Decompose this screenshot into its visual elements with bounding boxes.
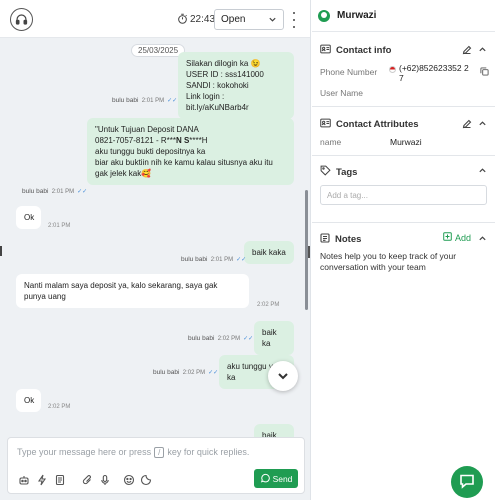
send-label: Send [272, 473, 293, 484]
double-check-icon: ✓✓ [167, 98, 178, 104]
message-meta: bulu babi 2:02 PM ✓✓ [188, 335, 254, 342]
message-meta: bulu babi 2:01 PM ✓✓ [181, 256, 247, 263]
attribute-name-label: name [320, 137, 342, 147]
chat-pane: 22:43 Open 25/03/2025 Silakan dilogin ka… [0, 0, 314, 500]
add-note-button[interactable]: Add [443, 232, 471, 243]
message-composer[interactable]: Type your message here or press / key for … [7, 437, 305, 494]
id-card-icon [320, 44, 331, 57]
contact-info-header[interactable]: Contact info [320, 44, 391, 57]
headset-icon[interactable] [10, 8, 33, 31]
slash-key: / [154, 447, 165, 458]
more-options-icon[interactable] [290, 12, 298, 28]
attribute-name-value: Murwazi [390, 137, 422, 147]
edit-icon[interactable] [462, 119, 472, 131]
message-incoming: Nanti malam saya deposit ya, kalo sekara… [16, 274, 249, 308]
chevron-up-icon[interactable] [478, 45, 487, 56]
status-dropdown[interactable]: Open [214, 9, 284, 30]
sticker-icon[interactable] [139, 473, 152, 486]
double-check-icon: ✓✓ [77, 189, 88, 195]
divider [312, 155, 495, 156]
message-outgoing: baik kaka [244, 241, 294, 264]
contact-name: Murwazi [337, 10, 377, 21]
chevron-down-icon [268, 15, 277, 27]
chevron-up-icon[interactable] [478, 166, 487, 177]
quick-action-icon[interactable] [35, 473, 48, 486]
whatsapp-icon [260, 473, 270, 485]
indonesia-flag-icon [389, 66, 396, 73]
tags-header[interactable]: Tags [320, 165, 357, 179]
notes-icon [320, 233, 330, 246]
copy-icon[interactable] [480, 67, 489, 78]
message-time: 2:01 PM [48, 223, 71, 229]
chevron-up-icon[interactable] [478, 119, 487, 130]
contact-attributes-header[interactable]: Contact Attributes [320, 118, 419, 131]
attachment-icon[interactable] [81, 473, 94, 486]
chat-bubble-icon [458, 472, 476, 492]
message-time: 2:02 PM [48, 404, 71, 410]
emoji-icon[interactable] [122, 473, 135, 486]
notes-header[interactable]: Notes [320, 233, 361, 246]
bot-icon[interactable] [17, 473, 30, 486]
tag-input[interactable]: Add a tag... [320, 185, 487, 205]
date-separator: 25/03/2025 [131, 44, 186, 57]
contact-header: Murwazi [312, 0, 495, 32]
message-time: 2:02 PM [257, 302, 280, 308]
message-meta: bulu babi 2:01 PM ✓✓ [22, 188, 88, 195]
message-outgoing: Silakan dilogin ka 😉 USER ID : sss141000… [178, 52, 294, 119]
double-check-icon: ✓✓ [236, 257, 247, 263]
scroll-to-bottom-button[interactable] [268, 361, 298, 391]
divider [312, 106, 495, 107]
plus-square-icon [443, 232, 452, 243]
status-value: Open [221, 14, 246, 25]
chevron-up-icon[interactable] [478, 234, 487, 245]
template-icon[interactable] [53, 473, 66, 486]
tag-icon [320, 165, 331, 179]
phone-label: Phone Number [320, 67, 378, 77]
chat-header: 22:43 Open [0, 0, 310, 38]
chat-support-button[interactable] [451, 466, 483, 498]
id-card-icon [320, 118, 331, 131]
phone-value: (+62)852623352 27 [399, 63, 469, 83]
edit-icon[interactable] [462, 45, 472, 57]
message-outgoing: baik ka [254, 321, 294, 355]
message-meta: bulu babi 2:01 PM ✓✓ [112, 97, 178, 104]
message-incoming: Ok [16, 206, 41, 229]
send-button[interactable]: Send [254, 469, 298, 488]
message-incoming: Ok [16, 389, 41, 412]
message-meta: bulu babi 2:02 PM ✓✓ [153, 369, 219, 376]
notes-help-text: Notes help you to keep track of your con… [320, 251, 457, 272]
message-list: 25/03/2025 Silakan dilogin ka 😉 USER ID … [0, 38, 310, 438]
message-outgoing: baik ka [254, 424, 294, 438]
stopwatch-icon [177, 13, 188, 26]
avatar [318, 10, 330, 22]
microphone-icon[interactable] [98, 473, 111, 486]
username-label: User Name [320, 88, 363, 98]
conversation-timer: 22:43 [190, 14, 216, 25]
message-input[interactable]: Type your message here or press / key for … [17, 447, 249, 458]
double-check-icon: ✓✓ [243, 336, 254, 342]
divider [312, 222, 495, 223]
contact-pane: Murwazi Contact info Phone Number (+62)8… [312, 0, 495, 500]
resize-handle-left[interactable] [0, 246, 2, 256]
double-check-icon: ✓✓ [208, 370, 219, 376]
message-outgoing: "Untuk Tujuan Deposit DANA 0821-7057-812… [87, 118, 294, 185]
